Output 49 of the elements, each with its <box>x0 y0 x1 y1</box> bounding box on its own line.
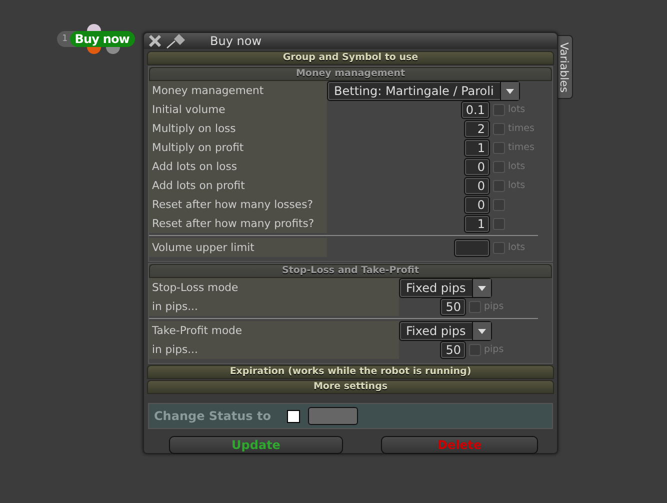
field-label: Reset after how many profits? <box>149 214 327 233</box>
checkbox[interactable] <box>286 410 300 422</box>
field-label: in pips... <box>149 297 399 316</box>
close-icon[interactable] <box>148 34 162 48</box>
field-label: Multiply on loss <box>149 119 327 138</box>
field-label: Multiply on profit <box>149 138 327 157</box>
field-label: Add lots on loss <box>149 157 327 176</box>
field-label: Initial volume <box>149 100 327 119</box>
section-header[interactable]: Group and Symbol to use <box>147 51 554 65</box>
field-label: in pips... <box>149 340 399 359</box>
number-field[interactable]: 50 <box>440 298 466 316</box>
dropdown[interactable]: Fixed pips <box>399 278 492 298</box>
number-field[interactable]: 0.1 <box>460 100 490 118</box>
field-label: Stop-Loss mode <box>149 278 399 298</box>
caret-icon <box>478 328 486 334</box>
field-label: Volume upper limit <box>149 238 327 257</box>
number-field[interactable]: 0 <box>464 158 490 176</box>
node-label[interactable]: Buy now <box>70 31 134 47</box>
checkbox[interactable] <box>493 218 505 230</box>
checkbox[interactable] <box>493 104 505 116</box>
field-label: Money management <box>149 81 327 101</box>
checkbox[interactable] <box>493 160 505 172</box>
number-field[interactable]: 1 <box>464 138 490 156</box>
number-field[interactable]: 2 <box>464 120 490 138</box>
checkbox[interactable] <box>493 242 505 254</box>
status-field[interactable] <box>308 407 358 425</box>
status-label: Change Status to <box>154 409 271 423</box>
number-field[interactable] <box>454 238 490 256</box>
checkbox[interactable] <box>493 122 505 134</box>
field-label: Reset after how many losses? <box>149 195 327 214</box>
number-field[interactable]: 1 <box>464 214 490 232</box>
caret-icon <box>506 88 514 94</box>
field-label: Add lots on profit <box>149 176 327 195</box>
checkbox[interactable] <box>469 344 481 356</box>
caret-icon <box>478 286 486 290</box>
dropdown[interactable]: Betting: Martingale / Paroli <box>327 81 520 101</box>
pin-icon[interactable] <box>166 33 186 49</box>
window-title: Buy now <box>210 34 262 48</box>
number-field[interactable]: 0 <box>464 196 490 214</box>
checkbox[interactable] <box>493 142 505 154</box>
number-field[interactable]: 50 <box>440 340 466 358</box>
dropdown[interactable]: Fixed pips <box>399 321 492 341</box>
checkbox[interactable] <box>469 300 481 312</box>
number-field[interactable]: 0 <box>464 176 490 194</box>
checkbox[interactable] <box>493 180 505 192</box>
field-label: Take-Profit mode <box>149 321 399 341</box>
checkbox[interactable] <box>493 198 505 210</box>
section-header[interactable]: Expiration (works while the robot is running) <box>147 365 554 379</box>
section-header[interactable]: More settings <box>147 380 554 394</box>
